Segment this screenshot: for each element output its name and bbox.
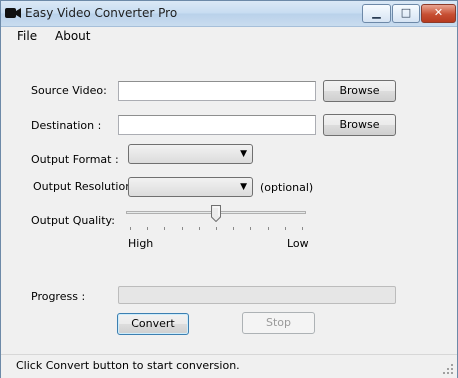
- maximize-button[interactable]: □: [392, 4, 420, 23]
- maximize-icon: □: [400, 6, 412, 19]
- slider-tick: [199, 227, 200, 230]
- menu-file[interactable]: File: [17, 29, 37, 43]
- window-title: Easy Video Converter Pro: [25, 6, 178, 20]
- slider-tick: [216, 227, 217, 230]
- slider-tick: [250, 227, 251, 230]
- output-quality-label: Output Quality:: [31, 214, 115, 227]
- destination-label: Destination :: [31, 119, 102, 132]
- quality-slider-thumb[interactable]: [211, 205, 221, 223]
- chevron-down-icon: ▼: [240, 149, 247, 159]
- convert-button[interactable]: Convert: [117, 313, 189, 335]
- slider-tick: [233, 227, 234, 230]
- status-bar: Click Convert button to start conversion…: [1, 354, 457, 378]
- progress-label: Progress :: [31, 290, 86, 303]
- output-format-label: Output Format :: [31, 153, 119, 166]
- close-icon: ✕: [433, 6, 444, 19]
- minimize-button[interactable]: ▁: [362, 4, 391, 23]
- output-resolution-select[interactable]: ▼: [128, 177, 253, 197]
- resize-grip-icon[interactable]: [443, 364, 454, 375]
- menu-bar: File About: [1, 27, 457, 47]
- source-video-input[interactable]: [118, 81, 316, 101]
- slider-tick: [285, 227, 286, 230]
- minimize-icon: ▁: [372, 6, 381, 19]
- close-button[interactable]: ✕: [421, 4, 456, 23]
- video-camera-icon: [5, 6, 21, 20]
- title-bar[interactable]: Easy Video Converter Pro ▁ □ ✕: [1, 1, 457, 27]
- slider-tick: [164, 227, 165, 230]
- destination-input[interactable]: [118, 115, 316, 135]
- status-text: Click Convert button to start conversion…: [16, 359, 240, 372]
- destination-browse-button[interactable]: Browse: [323, 114, 396, 136]
- conversion-progress-bar: [118, 286, 396, 304]
- slider-tick: [147, 227, 148, 230]
- menu-about[interactable]: About: [55, 29, 90, 43]
- slider-tick: [302, 227, 303, 230]
- main-window: Easy Video Converter Pro ▁ □ ✕ File Abou…: [0, 0, 458, 378]
- quality-low-label: Low: [287, 237, 309, 250]
- resolution-optional-hint: (optional): [260, 181, 314, 194]
- output-resolution-label: Output Resolution :: [33, 180, 140, 193]
- slider-tick: [268, 227, 269, 230]
- slider-tick: [130, 227, 131, 230]
- source-browse-button[interactable]: Browse: [323, 80, 396, 102]
- slider-tick: [182, 227, 183, 230]
- stop-button[interactable]: Stop: [242, 312, 315, 334]
- source-video-label: Source Video:: [31, 84, 107, 97]
- output-format-select[interactable]: ▼: [128, 144, 253, 164]
- quality-high-label: High: [128, 237, 154, 250]
- chevron-down-icon: ▼: [240, 182, 247, 192]
